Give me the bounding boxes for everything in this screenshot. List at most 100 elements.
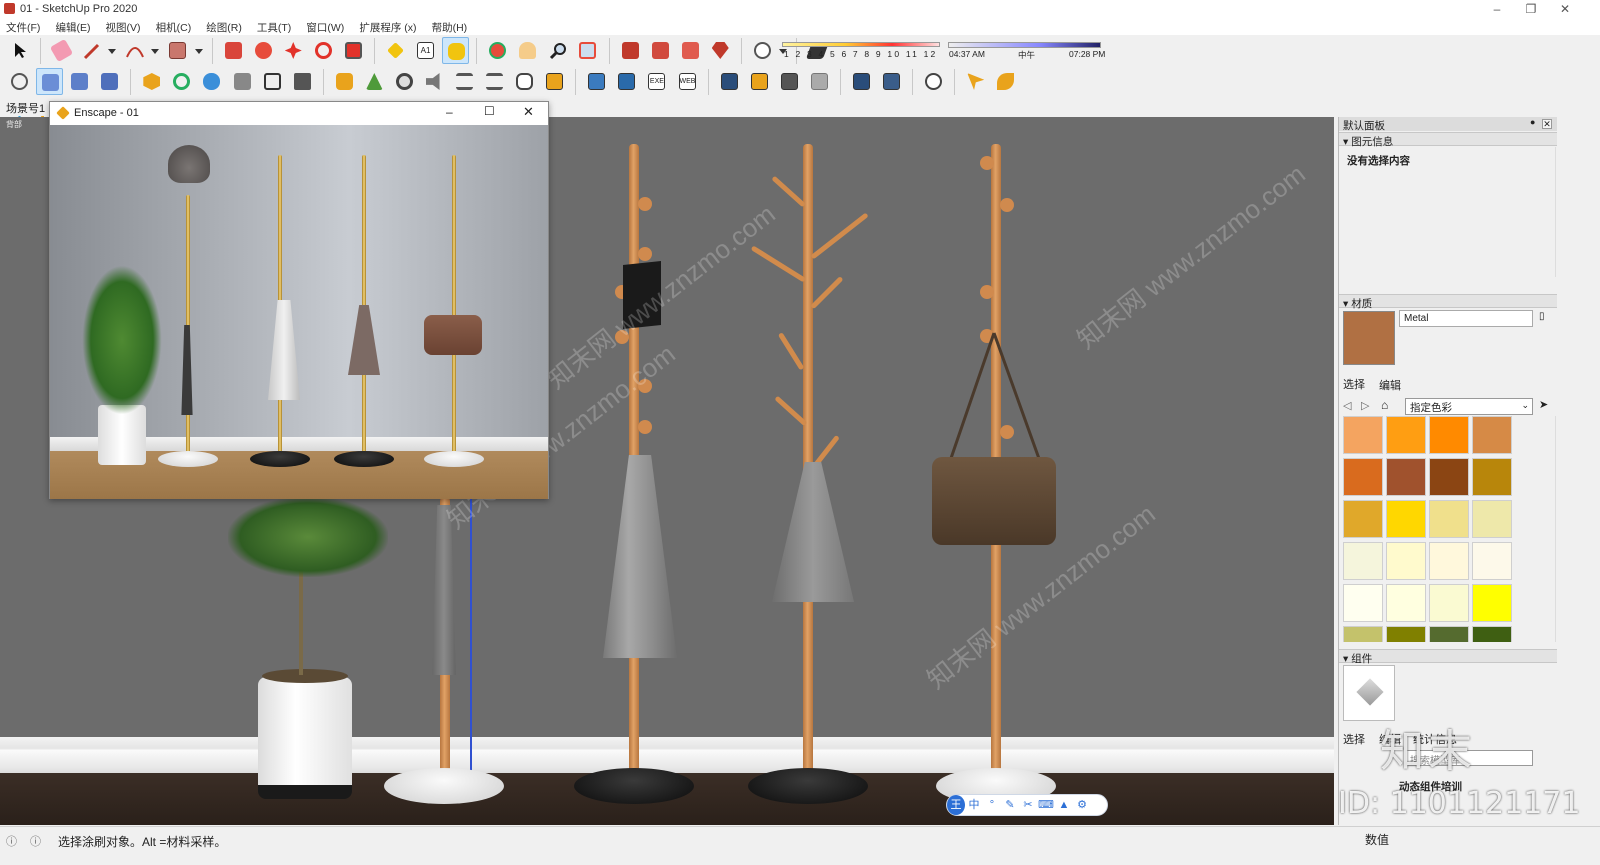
- material-swatch[interactable]: [1386, 584, 1426, 622]
- export-web-button[interactable]: WEB: [674, 68, 701, 95]
- menu-help[interactable]: 帮助(H): [426, 18, 474, 35]
- axes-button[interactable]: [6, 68, 33, 95]
- enscape-settings-button[interactable]: [391, 68, 418, 95]
- material-swatch[interactable]: [1343, 584, 1383, 622]
- menu-draw[interactable]: 绘图(R): [200, 18, 248, 35]
- ime-punct-icon[interactable]: °: [983, 795, 1001, 815]
- restore-icon[interactable]: ❐: [1514, 0, 1548, 18]
- extension-manager-button[interactable]: [707, 37, 734, 64]
- web-standalone-button[interactable]: [920, 68, 947, 95]
- iso-view-button[interactable]: [36, 68, 64, 95]
- import-button[interactable]: [583, 68, 610, 95]
- maximize-icon[interactable]: ☐: [484, 104, 495, 118]
- zoom-tool-button[interactable]: [544, 37, 571, 64]
- paint-bucket-tool-button[interactable]: [442, 37, 470, 64]
- save-view-button[interactable]: [776, 68, 803, 95]
- back-arrow-icon[interactable]: ◁: [1343, 399, 1351, 412]
- ime-keyboard-icon[interactable]: ⌨: [1037, 795, 1055, 815]
- enscape-about-button[interactable]: [541, 68, 568, 95]
- material-swatch[interactable]: [1472, 500, 1512, 538]
- scene-tab[interactable]: 场景号1: [0, 99, 48, 116]
- menu-file[interactable]: 文件(F): [0, 18, 46, 35]
- enscape-batch-button[interactable]: [289, 68, 316, 95]
- compare-view-button[interactable]: [806, 68, 833, 95]
- export-button[interactable]: [613, 68, 640, 95]
- warehouse-button[interactable]: [617, 37, 644, 64]
- ime-pen-icon[interactable]: ✎: [1001, 795, 1019, 815]
- minimize-icon[interactable]: –: [1480, 0, 1514, 18]
- close-icon[interactable]: ✕: [523, 104, 534, 120]
- material-swatch[interactable]: [1386, 416, 1426, 454]
- ime-skin-icon[interactable]: ▲: [1055, 795, 1073, 815]
- material-swatch[interactable]: [1343, 458, 1383, 496]
- enscape-video-button[interactable]: [229, 68, 256, 95]
- component-preview[interactable]: [1343, 665, 1395, 721]
- tray-close-icon[interactable]: ✕: [1542, 119, 1552, 129]
- components-tab-select[interactable]: 选择: [1343, 731, 1365, 747]
- geo-location-icon[interactable]: ⓘ: [6, 833, 17, 849]
- arc-dropdown-icon[interactable]: [151, 49, 160, 54]
- front-view-button[interactable]: [96, 68, 123, 95]
- ime-settings-icon[interactable]: ⚙: [1073, 795, 1091, 815]
- material-swatch[interactable]: [1472, 584, 1512, 622]
- line-tool-button[interactable]: [78, 37, 105, 64]
- enscape-views-button[interactable]: [198, 68, 225, 95]
- components-header[interactable]: ▾ 组件: [1339, 649, 1557, 665]
- menu-edit[interactable]: 编辑(E): [49, 18, 96, 35]
- material-swatch[interactable]: [1472, 416, 1512, 454]
- material-swatch[interactable]: [1386, 500, 1426, 538]
- enscape-proxy-button[interactable]: [331, 68, 358, 95]
- material-preview-swatch[interactable]: [1343, 311, 1395, 365]
- move-tool-button[interactable]: [280, 37, 307, 64]
- menu-tools[interactable]: 工具(T): [251, 18, 297, 35]
- push-pull-tool-button[interactable]: [220, 37, 247, 64]
- material-swatch[interactable]: [1429, 626, 1469, 642]
- enscape-sync-button[interactable]: [168, 68, 195, 95]
- material-swatch[interactable]: [1386, 542, 1426, 580]
- material-swatch[interactable]: [1429, 584, 1469, 622]
- zoom-extents-button[interactable]: [574, 37, 601, 64]
- enscape-objects-button[interactable]: [451, 68, 478, 95]
- select-tool-button[interactable]: [6, 37, 33, 64]
- material-sample-icon[interactable]: ▯: [1539, 311, 1545, 322]
- pano-gallery-button[interactable]: [746, 68, 773, 95]
- material-swatch[interactable]: [1386, 458, 1426, 496]
- material-swatch[interactable]: [1343, 626, 1383, 642]
- minimize-icon[interactable]: –: [446, 105, 453, 119]
- export-exe-button[interactable]: EXE: [643, 68, 670, 95]
- enscape-title-bar[interactable]: Enscape - 01 – ☐ ✕: [50, 102, 548, 125]
- material-name-field[interactable]: Metal: [1399, 310, 1533, 327]
- material-swatch[interactable]: [1472, 458, 1512, 496]
- arc-tool-button[interactable]: [121, 37, 148, 64]
- shadow-date-track[interactable]: [782, 42, 940, 47]
- lookaround-button[interactable]: [992, 68, 1019, 95]
- material-swatch[interactable]: [1343, 542, 1383, 580]
- material-swatch[interactable]: [1343, 500, 1383, 538]
- enscape-render-view[interactable]: [50, 125, 548, 499]
- top-view-button[interactable]: [66, 68, 93, 95]
- shape-dropdown-icon[interactable]: [194, 49, 203, 54]
- share-model-button[interactable]: [677, 37, 704, 64]
- material-library-dropdown[interactable]: 指定色彩 ⌄: [1405, 398, 1533, 415]
- help-info-icon[interactable]: ⓘ: [30, 833, 41, 849]
- material-swatch[interactable]: [1429, 500, 1469, 538]
- rectangle-tool-button[interactable]: [164, 37, 191, 64]
- home-icon[interactable]: ⌂: [1381, 398, 1388, 412]
- shadow-time-slider[interactable]: 04:37 AM 中午 07:28 PM: [948, 38, 1106, 62]
- enscape-asset-button[interactable]: [361, 68, 388, 95]
- material-swatch[interactable]: [1472, 626, 1512, 642]
- enscape-screenshot-button[interactable]: [259, 68, 286, 95]
- material-swatch[interactable]: [1429, 416, 1469, 454]
- material-swatch[interactable]: [1429, 542, 1469, 580]
- shadow-time-track[interactable]: [948, 42, 1101, 48]
- rotate-tool-button[interactable]: [310, 37, 337, 64]
- materials-header[interactable]: ▾ 材质: [1339, 294, 1557, 310]
- line-dropdown-icon[interactable]: [108, 49, 117, 54]
- material-swatch[interactable]: [1472, 542, 1512, 580]
- enscape-feedback-button[interactable]: [511, 68, 538, 95]
- vr-mono-button[interactable]: [878, 68, 905, 95]
- pan-tool-button[interactable]: [514, 37, 541, 64]
- follow-me-tool-button[interactable]: [250, 37, 277, 64]
- menu-view[interactable]: 视图(V): [100, 18, 147, 35]
- walk-button[interactable]: [962, 68, 989, 95]
